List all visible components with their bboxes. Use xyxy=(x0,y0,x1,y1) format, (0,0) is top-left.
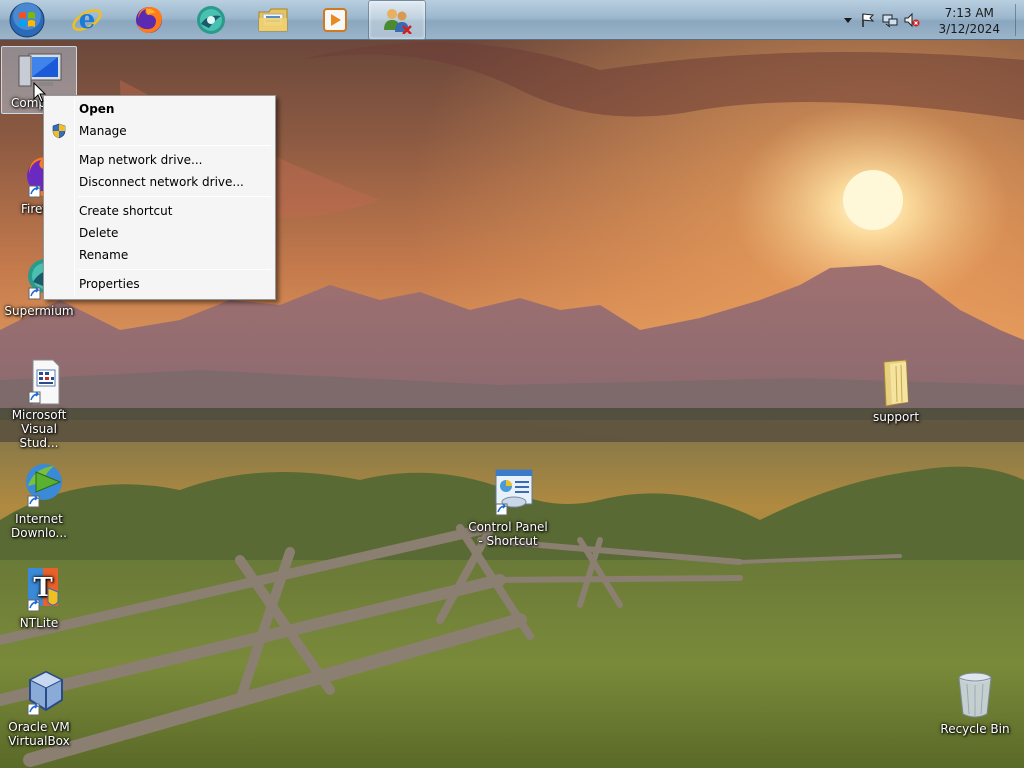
menu-item-label: Rename xyxy=(79,248,129,262)
volume-muted-icon[interactable] xyxy=(904,12,920,28)
show-hidden-icons-icon[interactable] xyxy=(840,12,856,28)
menu-item-label: Manage xyxy=(79,124,127,138)
windows-orb-icon xyxy=(9,2,45,38)
menu-item-label: Disconnect network drive... xyxy=(79,175,244,189)
menu-separator xyxy=(78,196,271,197)
user-accounts-icon xyxy=(384,9,412,34)
menu-item-map-network-drive[interactable]: Map network drive... xyxy=(46,149,273,171)
desktop-icon-visual-studio[interactable]: Microsoft Visual Stud... xyxy=(1,356,77,450)
folder-library-icon xyxy=(258,8,288,32)
taskbar-media-player[interactable] xyxy=(306,0,364,40)
menu-separator xyxy=(78,145,271,146)
desktop-icon-label: Oracle VM VirtualBox xyxy=(8,720,70,748)
folder-icon xyxy=(883,359,909,407)
desktop-icon-label: Internet Downlo... xyxy=(11,512,67,540)
taskbar-supermium[interactable] xyxy=(182,0,240,40)
taskbar-firefox[interactable] xyxy=(120,0,178,40)
network-icon[interactable] xyxy=(882,12,898,28)
control-panel-icon xyxy=(495,469,533,516)
desktop-icon-control-panel[interactable]: Control Panel - Shortcut xyxy=(468,468,548,548)
shield-icon xyxy=(52,123,66,139)
idm-icon xyxy=(26,464,62,508)
menu-item-label: Open xyxy=(79,102,115,116)
desktop-icon-virtualbox[interactable]: Oracle VM VirtualBox xyxy=(1,668,77,748)
media-player-icon xyxy=(323,8,347,32)
firefox-icon xyxy=(136,7,162,33)
menu-item-disconnect-network-drive[interactable]: Disconnect network drive... xyxy=(46,171,273,193)
start-button[interactable] xyxy=(0,0,54,40)
menu-item-rename[interactable]: Rename xyxy=(46,244,273,266)
mouse-cursor-icon xyxy=(33,82,47,103)
recycle-bin-icon xyxy=(958,672,992,718)
ntlite-icon: T xyxy=(27,568,59,612)
supermium-icon xyxy=(197,6,225,34)
context-menu: Open Manage Map network drive... Disconn… xyxy=(43,95,276,300)
taskbar-user-accounts[interactable] xyxy=(368,0,426,40)
taskbar: e 7:13 AM 3/12/2024 xyxy=(0,0,1024,40)
system-tray: 7:13 AM 3/12/2024 xyxy=(838,0,1024,40)
taskbar-internet-explorer[interactable]: e xyxy=(58,0,116,40)
taskbar-file-explorer[interactable] xyxy=(244,0,302,40)
menu-item-properties[interactable]: Properties xyxy=(46,273,273,295)
menu-item-label: Properties xyxy=(79,277,140,291)
menu-item-open[interactable]: Open xyxy=(46,98,273,120)
menu-item-label: Map network drive... xyxy=(79,153,203,167)
desktop-icon-ntlite[interactable]: T NTLite xyxy=(1,566,77,630)
show-desktop-button[interactable] xyxy=(1015,4,1016,36)
desktop-icon-internet-download-manager[interactable]: Internet Downlo... xyxy=(1,460,77,540)
clock-date: 3/12/2024 xyxy=(938,22,1000,36)
desktop-icon-label: NTLite xyxy=(19,616,59,630)
desktop-icon-label: Supermium xyxy=(4,304,74,318)
desktop-icon-label: Microsoft Visual Stud... xyxy=(11,408,67,450)
internet-explorer-icon: e xyxy=(72,5,102,35)
menu-item-delete[interactable]: Delete xyxy=(46,222,273,244)
svg-text:e: e xyxy=(79,5,96,35)
desktop-icon-recycle-bin[interactable]: Recycle Bin xyxy=(937,670,1013,736)
menu-separator xyxy=(78,269,271,270)
clock-time: 7:13 AM xyxy=(944,6,994,20)
menu-item-label: Delete xyxy=(79,226,119,240)
menu-item-label: Create shortcut xyxy=(79,204,173,218)
visual-studio-icon xyxy=(28,359,60,405)
desktop-icon-support-folder[interactable]: support xyxy=(858,358,934,424)
action-center-flag-icon[interactable] xyxy=(860,12,876,28)
menu-item-manage[interactable]: Manage xyxy=(46,120,273,142)
desktop-icon-label: Control Panel - Shortcut xyxy=(468,520,548,548)
desktop-icon-label: Recycle Bin xyxy=(940,722,1010,736)
virtualbox-icon xyxy=(27,670,64,716)
desktop-icon-label: support xyxy=(872,410,920,424)
menu-item-create-shortcut[interactable]: Create shortcut xyxy=(46,200,273,222)
taskbar-clock[interactable]: 7:13 AM 3/12/2024 xyxy=(938,5,1000,37)
